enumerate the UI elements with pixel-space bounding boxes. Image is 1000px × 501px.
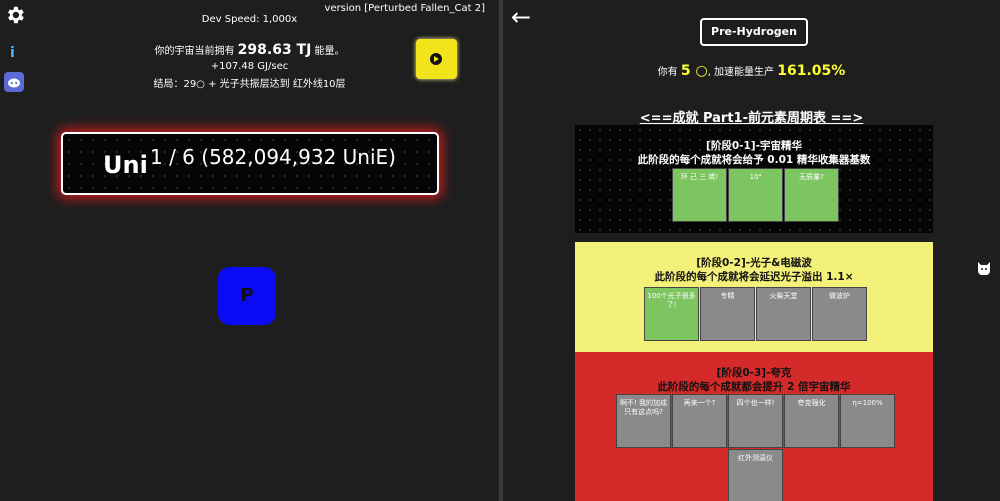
stage-0-2: [阶段0-2]-光子&电磁波 此阶段的每个成就将会延迟光子溢出 1.1× 100… xyxy=(575,242,933,352)
universe-counter-box[interactable]: Uni 1 / 6 (582,094,932 UniE) xyxy=(61,132,439,195)
video-button[interactable] xyxy=(416,39,457,79)
play-icon xyxy=(430,53,442,65)
stage-title: [阶段0-3]-夸克 xyxy=(716,367,792,379)
achievements-panel: ← Pre-Hydrogen 你有 5 ○, 加速能量生产 161.05% <=… xyxy=(503,0,1000,501)
stage-title: [阶段0-1]-宇宙精华 xyxy=(706,140,802,152)
achievement-tile[interactable]: 再来一个? xyxy=(672,394,727,448)
energy-prefix: 你的宇宙当前拥有 xyxy=(154,46,235,57)
uni-label: Uni xyxy=(103,151,148,179)
stage-desc: 此阶段的每个成就都会提升 2 倍宇宙精华 xyxy=(657,381,851,393)
stage-0-1: [阶段0-1]-宇宙精华 此阶段的每个成就将会给予 0.01 精华收集器基数 环… xyxy=(575,125,933,233)
stage-desc: 此阶段的每个成就将会给予 0.01 精华收集器基数 xyxy=(637,154,871,166)
era-button[interactable]: Pre-Hydrogen xyxy=(700,18,808,46)
stage-desc: 此阶段的每个成就将会延迟光子溢出 1.1× xyxy=(654,271,854,283)
achievement-summary: 你有 5 ○, 加速能量生产 161.05% xyxy=(503,63,1000,79)
uni-count: 1 / 6 (582,094,932 UniE) xyxy=(150,145,396,169)
stage-title: [阶段0-2]-光子&电磁波 xyxy=(696,257,812,269)
achievement-tile[interactable]: 火柴天堂 xyxy=(756,287,811,341)
achievement-tile[interactable]: 夸克强化 xyxy=(784,394,839,448)
energy-suffix: 能量。 xyxy=(314,46,345,57)
game-main-panel: i version [Perturbed Fallen_Cat 2] Dev S… xyxy=(0,0,499,501)
energy-value: 298.63 TJ xyxy=(237,42,312,58)
achievement-tile[interactable]: 啊不! 我的加成只有这点吗? xyxy=(616,394,671,448)
have-prefix: 你有 xyxy=(657,67,678,78)
p-button[interactable]: P xyxy=(218,267,276,325)
cat-icon[interactable] xyxy=(976,260,992,276)
have-value: 5 ○ xyxy=(680,63,708,79)
achievement-tile[interactable]: 红外测温仪 xyxy=(728,449,783,501)
achievement-tile[interactable]: 环 己 三 烯! xyxy=(672,168,727,222)
section-title: <==成就 Part1-前元素周期表 ==> xyxy=(639,111,864,126)
have-mid: , 加速能量生产 xyxy=(707,67,775,78)
achievement-tile[interactable]: 微波炉 xyxy=(812,287,867,341)
achievement-tile[interactable]: 专精 xyxy=(700,287,755,341)
version-label: version [Perturbed Fallen_Cat 2] xyxy=(324,3,485,14)
achievement-tile[interactable]: η=100% xyxy=(840,394,895,448)
have-percent: 161.05% xyxy=(777,63,846,79)
achievement-tile[interactable]: 100个光子很多了! xyxy=(644,287,699,341)
stage-0-3: [阶段0-3]-夸克 此阶段的每个成就都会提升 2 倍宇宙精华 啊不! 我的加成… xyxy=(575,352,933,501)
achievement-tile[interactable]: 无质量? xyxy=(784,168,839,222)
achievement-tile[interactable]: 10⁴ xyxy=(728,168,783,222)
dev-speed: Dev Speed: 1,000x xyxy=(201,14,298,25)
achievement-tile[interactable]: 四个也一样! xyxy=(728,394,783,448)
back-arrow-icon[interactable]: ← xyxy=(511,3,531,31)
